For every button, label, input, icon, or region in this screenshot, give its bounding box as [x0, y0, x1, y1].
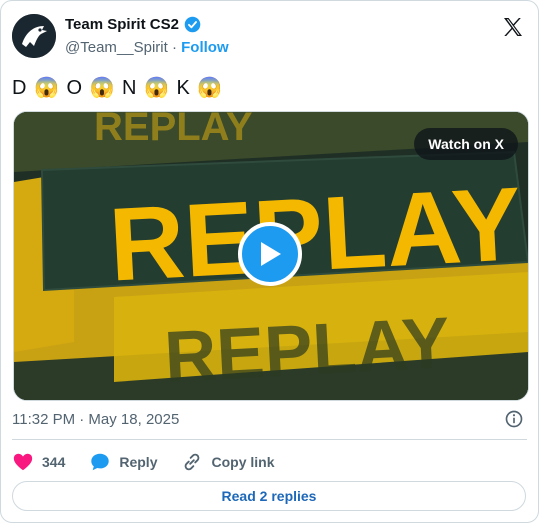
watch-on-x-button[interactable]: Watch on X	[414, 128, 518, 160]
like-button[interactable]: 344	[12, 451, 65, 473]
author-handle-row: @Team__Spirit · Follow	[65, 39, 229, 56]
heart-icon	[13, 453, 33, 471]
separator-dot: ·	[171, 39, 177, 56]
like-count: 344	[42, 454, 66, 470]
tweet-timestamp[interactable]: 11:32 PM · May 18, 2025	[12, 411, 179, 428]
replay-word-blurred: REPLAY	[163, 303, 452, 398]
avatar[interactable]	[12, 14, 56, 58]
author-handle[interactable]: @Team__Spirit	[65, 39, 168, 56]
verified-badge-icon	[184, 16, 201, 33]
copy-link-label: Copy link	[211, 454, 275, 470]
link-icon	[185, 453, 200, 471]
play-icon	[261, 242, 281, 266]
author-name[interactable]: Team Spirit CS2	[65, 16, 179, 33]
replay-word-top: REPLAY	[94, 112, 253, 149]
tweet-card: Team Spirit CS2 @Team__Spirit · Follow D…	[0, 0, 539, 523]
info-icon[interactable]	[504, 409, 524, 429]
read-replies-button[interactable]: Read 2 replies	[12, 481, 526, 511]
action-bar: 344 Reply Copy link	[12, 451, 299, 473]
author-name-row: Team Spirit CS2	[65, 16, 201, 33]
x-logo-icon[interactable]	[501, 15, 525, 39]
tweet-text: D 😱 O 😱 N 😱 K 😱	[12, 77, 224, 99]
copy-link-button[interactable]: Copy link	[181, 451, 275, 473]
video-thumbnail[interactable]: REPLAY REPLAY REPLAY Watch on X	[13, 111, 529, 401]
follow-button[interactable]: Follow	[181, 39, 229, 56]
reply-icon	[91, 453, 110, 471]
divider	[12, 439, 527, 440]
reply-button[interactable]: Reply	[89, 451, 157, 473]
play-button[interactable]	[238, 222, 302, 286]
reply-label: Reply	[119, 454, 158, 470]
